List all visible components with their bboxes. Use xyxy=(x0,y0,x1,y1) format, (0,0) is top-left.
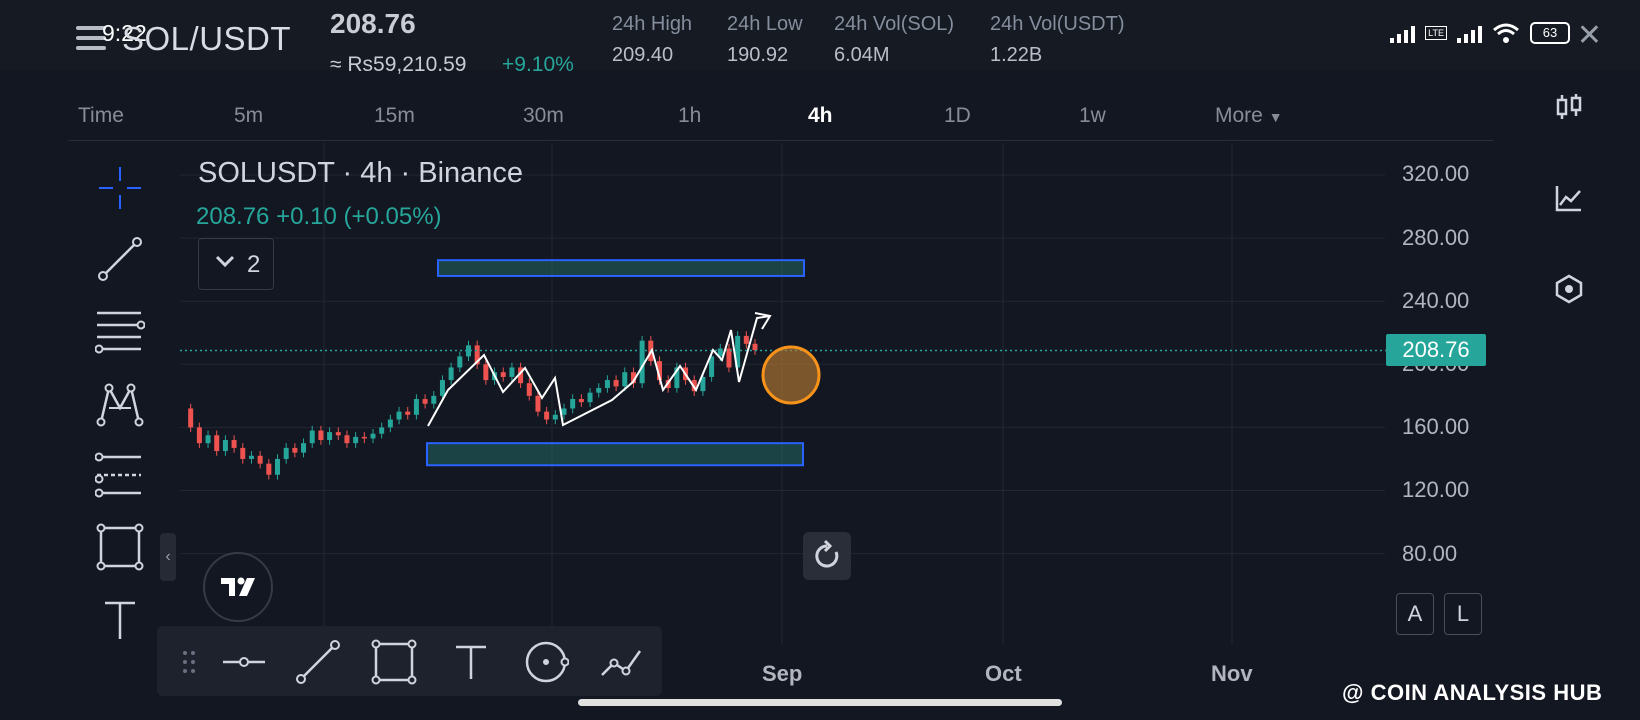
candle-body xyxy=(405,411,411,415)
candle-body xyxy=(613,380,619,387)
candle-body xyxy=(309,430,315,444)
candle-body xyxy=(500,372,506,377)
indicator-count: 2 xyxy=(247,251,261,278)
rectangle-tool-icon[interactable] xyxy=(371,639,417,685)
y-tick: 240.00 xyxy=(1402,288,1470,313)
pattern-icon[interactable] xyxy=(95,378,145,428)
y-tick: 320.00 xyxy=(1402,161,1470,186)
text-tool-icon[interactable] xyxy=(95,595,145,645)
current-price-tag: 208.76 xyxy=(1386,334,1486,366)
candle-body xyxy=(283,447,289,459)
candle-body xyxy=(240,447,246,459)
refresh-icon xyxy=(815,539,839,568)
y-tick: 120.00 xyxy=(1402,477,1470,502)
candle-body xyxy=(457,356,463,368)
x-tick: Nov xyxy=(1211,661,1253,686)
candle-body xyxy=(578,399,584,403)
candle-body xyxy=(266,463,272,475)
candle-body xyxy=(361,436,367,439)
indicators-icon[interactable] xyxy=(1554,183,1584,213)
candle-body xyxy=(544,411,550,420)
candle-body xyxy=(596,387,602,393)
candle-body xyxy=(509,367,515,377)
chart-zones xyxy=(426,259,805,467)
home-indicator[interactable] xyxy=(578,699,1062,706)
x-tick: Oct xyxy=(985,661,1022,686)
candle-body xyxy=(222,440,228,452)
zone-support xyxy=(426,442,804,467)
candle-body xyxy=(752,343,758,351)
tv-logo-icon xyxy=(221,577,255,596)
candle-body xyxy=(344,435,350,444)
chevron-down-icon xyxy=(213,249,237,280)
drag-handle-icon[interactable] xyxy=(167,639,213,685)
crosshair-icon[interactable] xyxy=(95,163,145,213)
candle-body xyxy=(257,455,263,464)
candle-body xyxy=(275,458,280,475)
candle-body xyxy=(535,395,541,412)
candle-body xyxy=(422,399,428,404)
chart-title: SOLUSDT · 4h · Binance xyxy=(198,157,524,189)
x-tick: Sep xyxy=(762,661,803,686)
y-tick: 160.00 xyxy=(1402,414,1470,439)
candle-body xyxy=(743,335,749,344)
fib-retracement-icon[interactable] xyxy=(95,305,145,355)
log-scale-button[interactable]: L xyxy=(1444,593,1482,635)
zone-resistance xyxy=(437,259,805,277)
horizontal-ray-icon[interactable] xyxy=(221,639,267,685)
auto-scale-button[interactable]: A xyxy=(1396,593,1434,635)
reset-chart-button[interactable] xyxy=(803,532,851,580)
candle-body xyxy=(327,432,333,441)
candle-body xyxy=(604,380,610,388)
rectangle-icon[interactable] xyxy=(95,522,145,572)
candle-body xyxy=(561,408,567,415)
y-tick: 80.00 xyxy=(1402,541,1458,566)
chart-price-line: 208.76 +0.10 (+0.05%) xyxy=(196,203,442,230)
candle-body xyxy=(439,380,445,396)
highlight-circle xyxy=(761,345,821,405)
drawing-overlay xyxy=(180,312,1388,427)
y-tick: 280.00 xyxy=(1402,225,1470,250)
candle-body xyxy=(214,435,220,452)
candle-body xyxy=(370,433,376,439)
candle-body xyxy=(387,419,393,428)
candle-body xyxy=(318,430,324,441)
candle-body xyxy=(526,383,532,396)
candle-body xyxy=(379,427,385,434)
watermark: @ COIN ANALYSIS HUB xyxy=(1342,680,1603,705)
candle-body xyxy=(292,447,298,453)
candle-body xyxy=(726,348,732,368)
line-tool-icon[interactable] xyxy=(295,639,341,685)
candle-body xyxy=(205,435,211,444)
settings-hex-icon[interactable] xyxy=(1554,274,1584,304)
candle-body xyxy=(396,411,402,420)
indicators-toggle[interactable]: 2 xyxy=(198,238,274,290)
candle-body xyxy=(570,399,576,409)
trend-line-icon[interactable] xyxy=(95,234,145,284)
candle-body xyxy=(196,427,202,444)
candle-body xyxy=(431,395,437,404)
candlestick-icon[interactable] xyxy=(1554,92,1584,122)
projection-arrowhead xyxy=(754,312,772,330)
candle-body xyxy=(353,436,359,444)
zigzag-projection xyxy=(427,315,771,427)
candle-body xyxy=(335,432,341,436)
candle-body xyxy=(448,367,454,381)
candle-body xyxy=(248,455,254,459)
tradingview-logo xyxy=(203,552,273,622)
candle-body xyxy=(231,440,237,448)
candle-body xyxy=(622,372,628,387)
candle-body xyxy=(413,399,419,415)
forecast-icon[interactable] xyxy=(95,449,145,499)
candle-body xyxy=(552,414,558,420)
text-icon[interactable] xyxy=(448,639,494,685)
path-tool-icon[interactable] xyxy=(598,639,644,685)
candle-body xyxy=(483,364,489,381)
candle-body xyxy=(301,443,307,453)
collapse-toolbar-button[interactable]: ‹ xyxy=(160,533,176,581)
candle-body xyxy=(188,408,194,428)
drawing-toolbar xyxy=(157,626,662,696)
circle-tool-icon[interactable] xyxy=(523,639,569,685)
candle-body xyxy=(587,392,593,403)
